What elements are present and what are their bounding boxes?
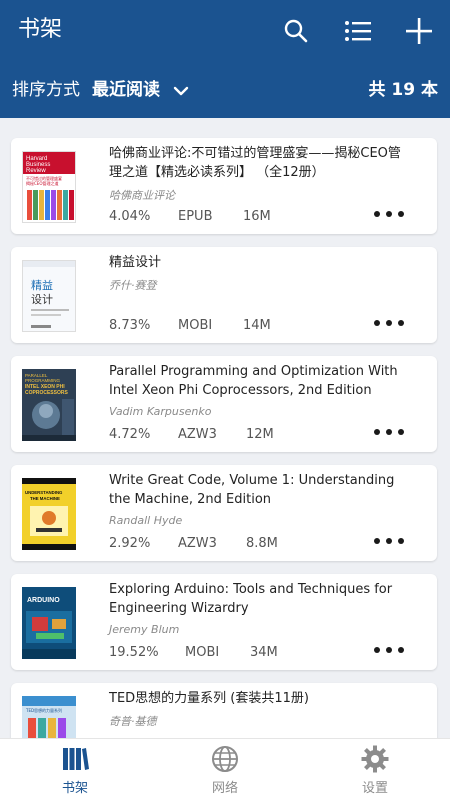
nav-item-bookshelf[interactable]: 书架 (30, 745, 120, 799)
more-icon (374, 320, 380, 326)
book-cover: TED思想的力量系列 (22, 696, 76, 738)
list-icon (345, 21, 371, 41)
book-title: Parallel Programming and Optimization Wi… (109, 364, 398, 398)
more-icon (374, 538, 380, 544)
book-progress: 4.04% (109, 209, 151, 224)
book-author: 乔什·赛登 (109, 279, 157, 292)
list-view-button[interactable] (339, 12, 377, 50)
book-cover: PARALLEL PROGRAMMING INTEL XEON PHI COPR… (22, 369, 76, 441)
book-format: MOBI (185, 645, 220, 660)
app-header: 书架 (0, 0, 450, 62)
book-count: 共 19 本 (368, 80, 439, 100)
more-options-button[interactable] (371, 422, 407, 442)
more-options-button[interactable] (371, 640, 407, 660)
cover-text: Review (26, 168, 46, 174)
book-card[interactable]: Harvard Business Review 不可错过的管理盛宴 揭秘CEO管… (11, 138, 437, 234)
book-size: 12M (246, 427, 274, 442)
nav-label: 设置 (361, 781, 388, 796)
book-author: 奇普·基德 (109, 715, 157, 728)
add-book-button[interactable] (400, 12, 438, 50)
cover-text: THE MACHINE (30, 496, 60, 501)
book-cover: ARDUINO (22, 587, 76, 659)
book-cover: Harvard Business Review 不可错过的管理盛宴 揭秘CEO管… (22, 151, 76, 223)
page-title: 书架 (18, 17, 63, 42)
nav-label: 书架 (61, 781, 88, 796)
book-progress: 19.52% (109, 645, 159, 660)
more-icon (374, 647, 380, 653)
sort-label: 排序方式 (12, 80, 80, 100)
cover-text: 揭秘CEO管理之道 (26, 180, 58, 186)
globe-icon (212, 746, 238, 772)
sort-dropdown[interactable]: 最近阅读 (92, 78, 160, 102)
chevron-down-icon[interactable] (172, 82, 190, 100)
nav-label: 网络 (211, 781, 238, 796)
book-size: 16M (243, 209, 271, 224)
nav-item-network[interactable]: 网络 (180, 745, 270, 799)
cover-text: ARDUINO (27, 597, 60, 604)
cover-text: PROGRAMMING (25, 378, 61, 383)
book-author: Jeremy Blum (109, 623, 180, 636)
nav-item-settings[interactable]: 设置 (330, 745, 420, 799)
book-card[interactable]: UNDERSTANDING THE MACHINE Write Great Co… (11, 465, 437, 561)
more-options-button[interactable] (371, 531, 407, 551)
book-card[interactable]: PARALLEL PROGRAMMING INTEL XEON PHI COPR… (11, 356, 437, 452)
book-card[interactable]: TED思想的力量系列 TED思想的力量系列 (套装共11册) 奇普·基德 (11, 683, 437, 738)
book-size: 8.8M (246, 536, 278, 551)
book-format: EPUB (178, 209, 213, 224)
book-list: Harvard Business Review 不可错过的管理盛宴 揭秘CEO管… (0, 118, 450, 738)
book-title: 精益设计 (109, 255, 162, 270)
book-title: Write Great Code, Volume 1: Understandin… (109, 473, 395, 507)
book-author: Vadim Karpusenko (109, 405, 212, 418)
book-author: 哈佛商业评论 (109, 189, 175, 202)
bottom-navigation: 书架 网络 设置 (0, 738, 450, 800)
book-cover: UNDERSTANDING THE MACHINE (22, 478, 76, 550)
cover-text: COPROCESSORS (25, 390, 68, 396)
cover-text: TED思想的力量系列 (25, 707, 62, 713)
book-size: 14M (243, 318, 271, 333)
search-icon (284, 19, 308, 43)
book-card[interactable]: 精益 设计 精益设计 乔什·赛登 8.73% MOBI 14M (11, 247, 437, 343)
book-format: MOBI (178, 318, 213, 333)
book-title: TED思想的力量系列 (套装共11册) (109, 691, 309, 706)
cover-text: UNDERSTANDING (25, 490, 63, 495)
book-progress: 8.73% (109, 318, 151, 333)
sort-bar: 排序方式 最近阅读 共 19 本 (0, 62, 450, 118)
cover-text: 设计 (31, 293, 53, 306)
book-progress: 2.92% (109, 536, 151, 551)
book-title: 哈佛商业评论:不可错过的管理盛宴——揭秘CEO管理之道【精选必读系列】 （全12… (109, 146, 401, 180)
book-author: Randall Hyde (109, 514, 183, 527)
more-options-button[interactable] (371, 313, 407, 333)
more-icon (374, 211, 380, 217)
more-options-button[interactable] (371, 204, 407, 224)
book-cover: 精益 设计 (22, 260, 76, 332)
bookshelf-icon (63, 748, 89, 770)
book-size: 34M (250, 645, 278, 660)
book-progress: 4.72% (109, 427, 151, 442)
book-title: Exploring Arduino: Tools and Techniques … (109, 582, 393, 616)
plus-icon (406, 18, 432, 44)
search-button[interactable] (277, 12, 315, 50)
gear-icon (361, 745, 389, 773)
more-icon (374, 429, 380, 435)
book-format: AZW3 (178, 427, 217, 442)
book-card[interactable]: ARDUINO Exploring Arduino: Tools and Tec… (11, 574, 437, 670)
cover-text: 精益 (31, 278, 53, 292)
book-format: AZW3 (178, 536, 217, 551)
